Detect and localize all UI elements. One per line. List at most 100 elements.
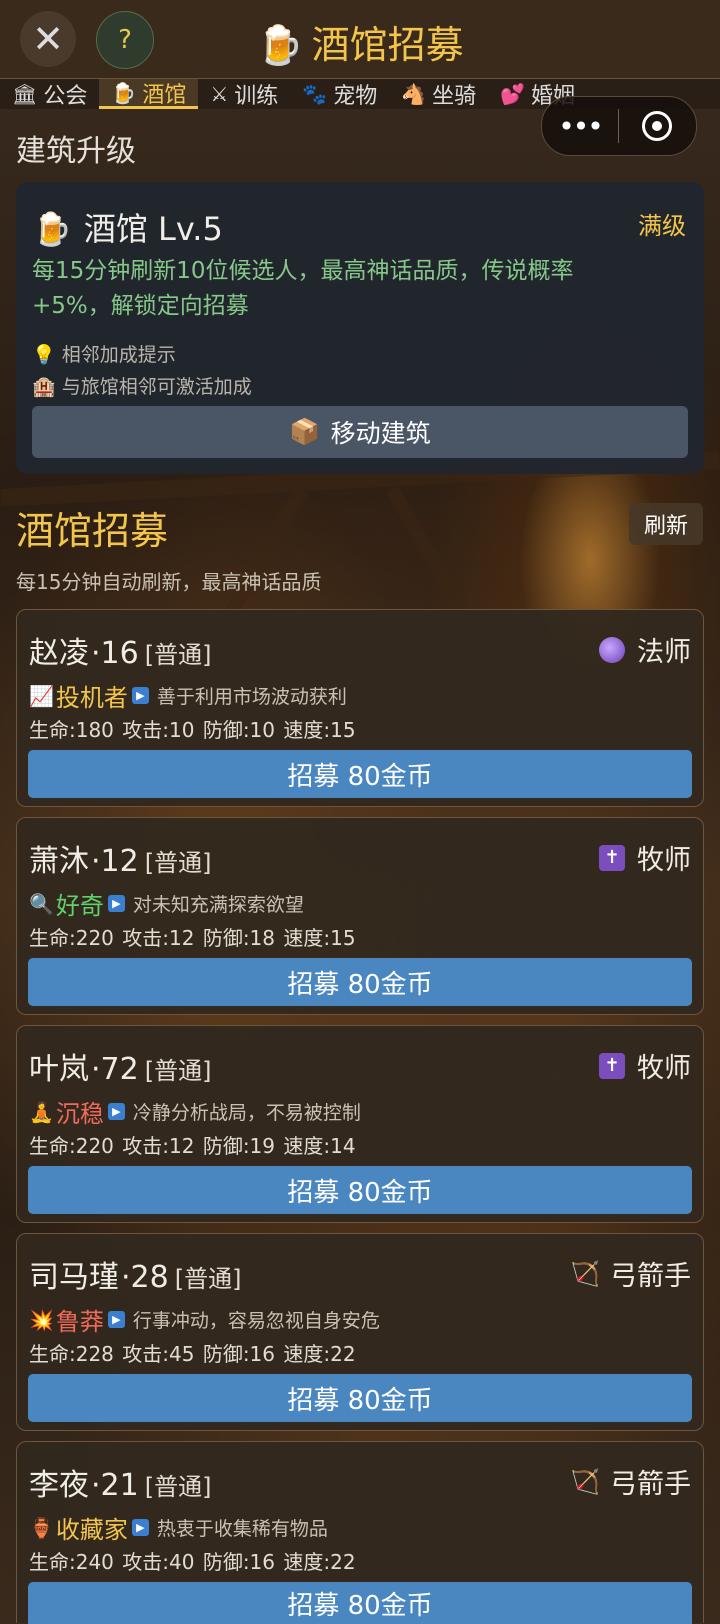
candidate-class: ✝ 牧师: [599, 1046, 691, 1085]
tab-label: 坐骑: [432, 84, 477, 109]
candidate-stats: 生命:220 攻击:12 防御:19 速度:14: [29, 1134, 356, 1158]
tab-pets[interactable]: 🐾 宠物: [290, 79, 389, 109]
bow-and-arrow-icon: 🏹: [570, 1467, 600, 1496]
candidate-stats: 生命:240 攻击:40 防御:16 速度:22: [29, 1550, 356, 1574]
candidate-rank: [普通]: [144, 849, 212, 877]
miniprogram-capsule: •••: [541, 96, 697, 156]
meditation-icon: 🧘: [29, 1099, 54, 1124]
trait-name: 收藏家: [55, 1516, 128, 1544]
trait-description: 热衷于收集稀有物品: [156, 1518, 328, 1540]
cross-icon: ✝: [599, 1052, 625, 1079]
building-section-heading: 建筑升级: [16, 134, 136, 169]
trait-name: 鲁莽: [55, 1308, 104, 1336]
trait-description: 冷静分析战局，不易被控制: [132, 1102, 361, 1124]
tab-label: 公会: [43, 84, 88, 109]
more-options-button[interactable]: •••: [542, 110, 618, 143]
beer-mug-icon: 🍺: [32, 210, 72, 248]
crystal-ball-icon: [599, 636, 625, 663]
recruit-section-heading: 酒馆招募: [16, 509, 169, 553]
candidate-age: ·28: [121, 1260, 169, 1295]
building-card: 🍺 酒馆 Lv.5 满级 每15分钟刷新10位候选人，最高神话品质，传说概率+5%…: [16, 182, 704, 474]
candidate-name-text: 司马瑾: [29, 1260, 119, 1295]
hotel-icon: 🏨: [32, 376, 56, 398]
candidate-rank: [普通]: [144, 1473, 212, 1501]
candidate-rank: [普通]: [144, 1057, 212, 1085]
candidate-card: 司马瑾·28 [普通] 🏹 弓箭手 💥 鲁莽 ▶ 行事冲动，容易忽视自身安危 生命:228…: [16, 1233, 704, 1431]
bow-and-arrow-icon: 🏹: [570, 1259, 600, 1288]
page-title-text: 酒馆招募: [311, 23, 464, 67]
refresh-button[interactable]: 刷新: [629, 503, 703, 545]
top-bar: ✕ ? 🍺 酒馆招募: [0, 0, 720, 78]
play-icon[interactable]: ▶: [107, 895, 125, 912]
tab-tavern[interactable]: 🍺 酒馆: [99, 79, 199, 109]
candidate-rank: [普通]: [144, 641, 212, 669]
recruit-button[interactable]: 招募 80金币: [28, 750, 692, 798]
candidate-class: 法师: [599, 630, 691, 669]
candidate-trait: 🏺 收藏家 ▶ 热衷于收集稀有物品: [29, 1510, 328, 1545]
adjacency-detail-text: 与旅馆相邻可激活加成: [61, 376, 252, 398]
candidate-name: 李夜·21 [普通]: [29, 1460, 211, 1504]
package-icon: 📦: [289, 417, 321, 446]
play-icon[interactable]: ▶: [131, 687, 149, 704]
candidate-age: ·72: [91, 1052, 139, 1087]
target-icon: [642, 111, 672, 141]
play-icon[interactable]: ▶: [107, 1103, 125, 1120]
tab-training[interactable]: ⚔ 训练: [198, 79, 290, 109]
candidate-trait: 🔍 好奇 ▶ 对未知充满探索欲望: [29, 886, 304, 921]
candidate-trait: 💥 鲁莽 ▶ 行事冲动，容易忽视自身安危: [29, 1302, 380, 1337]
beer-mug-icon: 🍺: [256, 23, 304, 67]
tab-label: 酒馆: [142, 82, 187, 108]
background-beam: [385, 485, 469, 615]
candidate-class: 🏹 弓箭手: [570, 1462, 691, 1501]
candidate-card: 叶岚·72 [普通] ✝ 牧师 🧘 沉稳 ▶ 冷静分析战局，不易被控制 生命:220 攻击…: [16, 1025, 704, 1223]
adjacency-tip: 💡 相邻加成提示: [32, 340, 176, 367]
magnifier-icon: 🔍: [29, 891, 54, 916]
class-label: 弓箭手: [610, 1469, 691, 1500]
paw-icon: 🐾: [302, 82, 328, 106]
candidate-rank: [普通]: [174, 1265, 242, 1293]
candidate-trait: 📈 投机者 ▶ 善于利用市场波动获利: [29, 678, 347, 713]
adjacency-tip-title: 相邻加成提示: [61, 344, 176, 366]
candidate-name: 萧沐·12 [普通]: [29, 836, 211, 880]
exit-miniprogram-button[interactable]: [619, 111, 695, 141]
explosion-icon: 💥: [29, 1307, 54, 1332]
class-label: 法师: [637, 637, 691, 668]
trait-description: 对未知充满探索欲望: [132, 894, 304, 916]
candidate-name-text: 赵凌: [29, 636, 89, 671]
recruit-button[interactable]: 招募 80金币: [28, 1166, 692, 1214]
trait-name: 沉稳: [55, 1100, 104, 1128]
candidate-stats: 生命:180 攻击:10 防御:10 速度:15: [29, 718, 356, 742]
candidate-card: 李夜·21 [普通] 🏹 弓箭手 🏺 收藏家 ▶ 热衷于收集稀有物品 生命:240 攻击:…: [16, 1441, 704, 1624]
candidate-class: 🏹 弓箭手: [570, 1254, 691, 1293]
building-name-text: 酒馆 Lv.5: [83, 210, 223, 248]
bank-icon: 🏛: [12, 82, 38, 106]
cross-icon: ✝: [599, 844, 625, 871]
chart-up-icon: 📈: [29, 683, 54, 708]
candidate-name: 叶岚·72 [普通]: [29, 1044, 211, 1088]
page-title: 🍺 酒馆招募: [0, 14, 720, 69]
building-description: 每15分钟刷新10位候选人，最高神话品质，传说概率+5%，解锁定向招募: [32, 258, 574, 319]
adjacency-detail: 🏨 与旅馆相邻可激活加成: [32, 372, 252, 399]
tab-label: 宠物: [333, 84, 378, 109]
candidate-card: 赵凌·16 [普通] 法师 📈 投机者 ▶ 善于利用市场波动获利 生命:180 攻击:1…: [16, 609, 704, 807]
trait-name: 好奇: [55, 892, 104, 920]
recruit-button[interactable]: 招募 80金币: [28, 1374, 692, 1422]
recruit-subtitle: 每15分钟自动刷新，最高神话品质: [16, 570, 322, 594]
move-building-button[interactable]: 📦 移动建筑: [32, 406, 688, 458]
play-icon[interactable]: ▶: [131, 1519, 149, 1536]
candidate-age: ·12: [91, 844, 139, 879]
play-icon[interactable]: ▶: [107, 1311, 125, 1328]
hearts-icon: 💕: [500, 82, 526, 106]
candidate-name-text: 李夜: [29, 1468, 89, 1503]
tab-guild[interactable]: 🏛 公会: [0, 79, 99, 109]
trait-description: 善于利用市场波动获利: [156, 686, 347, 708]
building-name: 🍺 酒馆 Lv.5: [32, 204, 223, 250]
beer-mug-icon: 🍺: [111, 80, 137, 105]
tab-mounts[interactable]: 🐴 坐骑: [389, 79, 488, 109]
candidate-stats: 生命:228 攻击:45 防御:16 速度:22: [29, 1342, 356, 1366]
tab-label: 训练: [234, 84, 279, 109]
recruit-button[interactable]: 招募 80金币: [28, 1582, 692, 1624]
candidate-trait: 🧘 沉稳 ▶ 冷静分析战局，不易被控制: [29, 1094, 361, 1129]
recruit-button[interactable]: 招募 80金币: [28, 958, 692, 1006]
candidate-age: ·16: [91, 636, 139, 671]
